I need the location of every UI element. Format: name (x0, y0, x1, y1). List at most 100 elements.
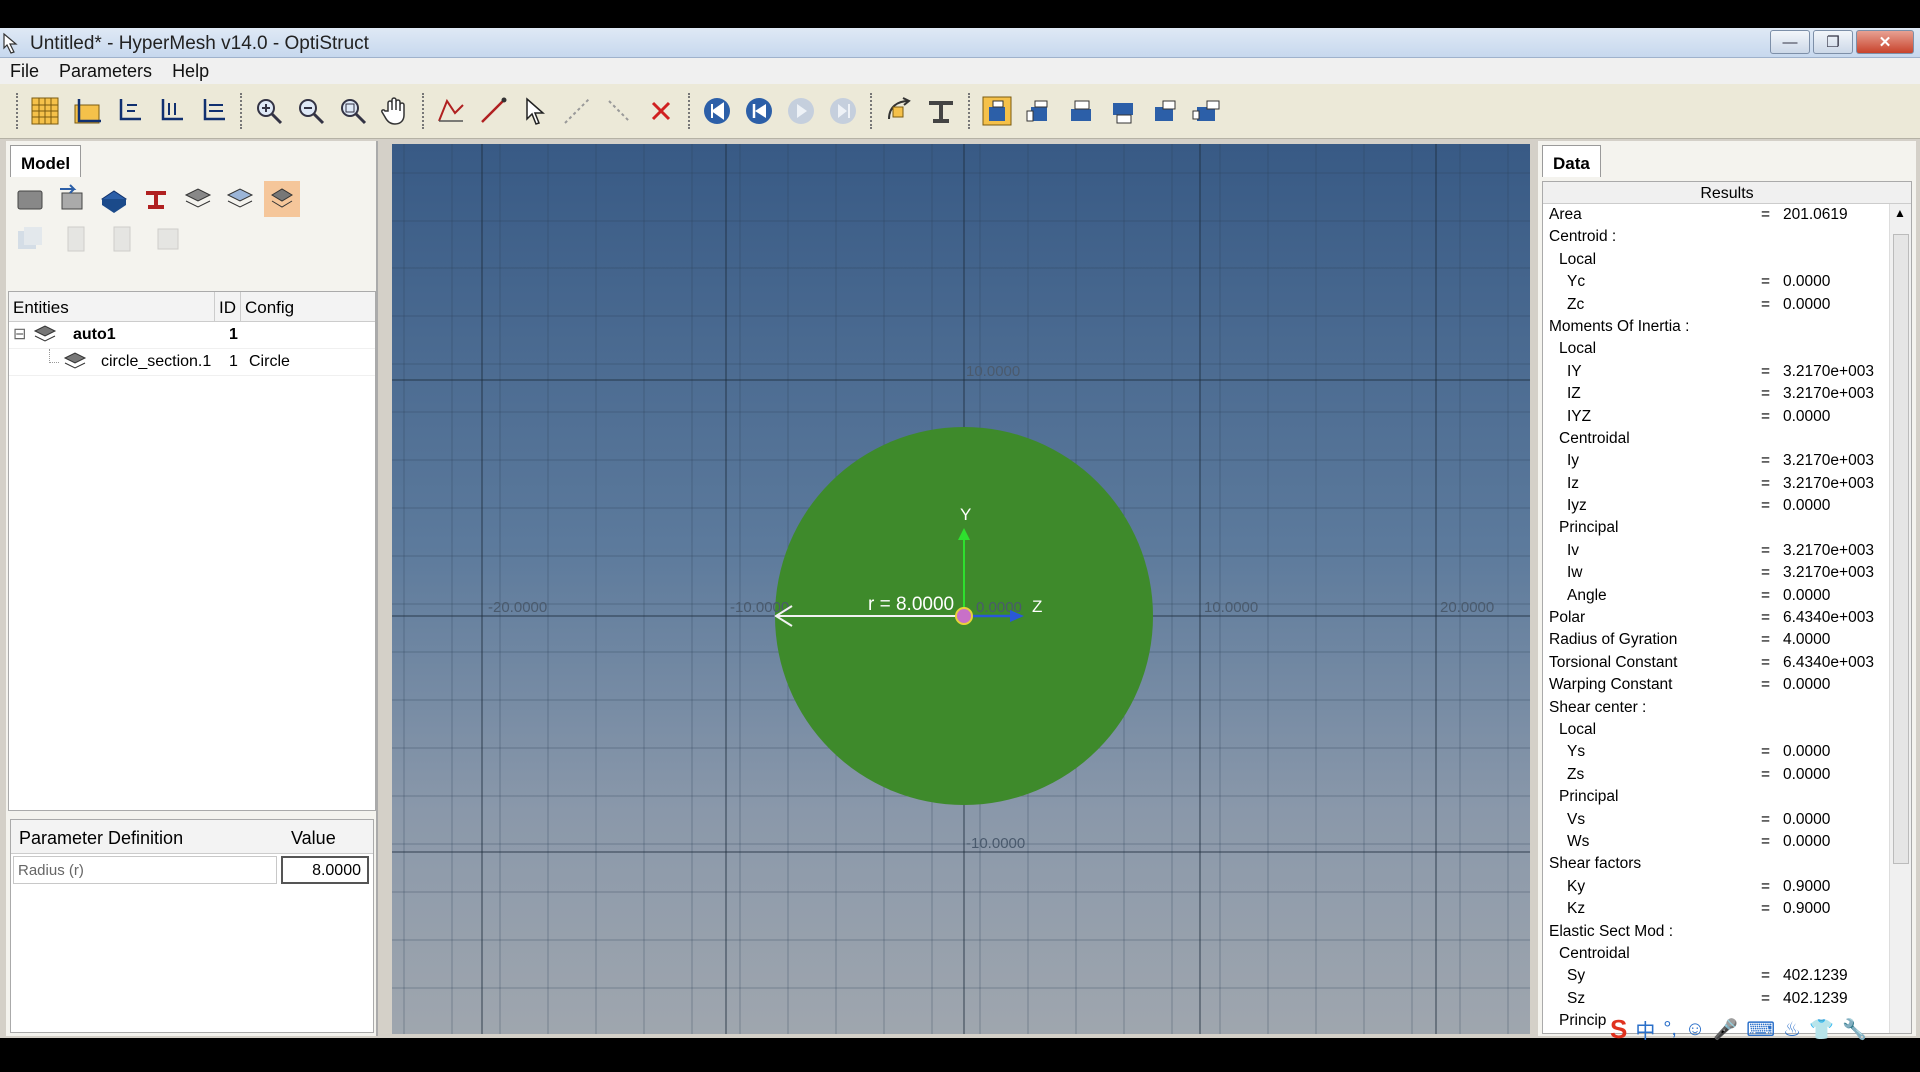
polygon-tool-button[interactable] (432, 92, 470, 130)
view-front-button[interactable] (978, 92, 1016, 130)
centroid-marker[interactable] (955, 607, 973, 625)
result-label: Torsional Constant (1549, 653, 1678, 671)
keyboard-icon[interactable]: ⌨ (1746, 1017, 1775, 1042)
last-button[interactable] (824, 92, 862, 130)
select-tool-button[interactable] (516, 92, 554, 130)
next-button[interactable] (782, 92, 820, 130)
y-axis-label: Y (960, 505, 971, 524)
result-row: Centroidal (1543, 428, 1911, 450)
tree-row-auto1[interactable]: ⊟ auto1 1 (9, 322, 375, 349)
copy-button[interactable] (12, 221, 48, 257)
punctuation-icon[interactable]: °, (1663, 1018, 1677, 1041)
col-entities[interactable]: Entities (9, 292, 215, 321)
entity-header: Entities ID Config (9, 292, 375, 322)
transform-button[interactable] (880, 92, 918, 130)
move-down-button[interactable] (104, 221, 140, 257)
move-tool-button[interactable] (558, 92, 596, 130)
view-left-button[interactable] (1146, 92, 1184, 130)
result-equals: = (1761, 362, 1771, 380)
view-right-button[interactable] (1188, 92, 1226, 130)
scroll-thumb[interactable] (1893, 234, 1909, 864)
import-button[interactable] (54, 181, 90, 217)
close-button[interactable]: ✕ (1856, 30, 1914, 54)
result-label: Iy (1567, 452, 1580, 470)
result-row: IY = 3.2170e+003 (1543, 361, 1911, 383)
view-top-button[interactable] (1062, 92, 1100, 130)
emoji-icon[interactable]: ☺ (1685, 1018, 1705, 1041)
move-up-button[interactable] (58, 221, 94, 257)
scroll-up-icon[interactable]: ▲ (1894, 206, 1906, 220)
result-label: IZ (1567, 385, 1581, 403)
axes-y-button[interactable] (110, 92, 148, 130)
result-value: 201.0619 (1783, 206, 1848, 223)
result-row: Zs = 0.0000 (1543, 764, 1911, 786)
section-shape-button[interactable] (180, 181, 216, 217)
chinese-mode-icon[interactable]: 中 (1635, 1015, 1655, 1044)
shape-button[interactable] (96, 181, 132, 217)
radius-value-field[interactable]: 8.0000 (281, 856, 369, 884)
grid-toggle-button[interactable] (26, 92, 64, 130)
axes-z-button[interactable] (152, 92, 190, 130)
delete-icon (651, 101, 671, 121)
result-label: Centroid : (1549, 228, 1617, 246)
zoom-out-button[interactable] (292, 92, 330, 130)
tab-data[interactable]: Data (1542, 145, 1601, 177)
results-scrollbar[interactable]: ▲ (1889, 204, 1911, 1033)
view-back-button[interactable] (1020, 92, 1058, 130)
delete-button[interactable] (642, 92, 680, 130)
view-bottom-button[interactable] (1104, 92, 1142, 130)
first-button[interactable] (698, 92, 736, 130)
menu-parameters[interactable]: Parameters (49, 58, 162, 84)
minimize-button[interactable]: — (1770, 30, 1810, 54)
result-label: Princip (1559, 1012, 1607, 1030)
menu-help[interactable]: Help (162, 58, 219, 84)
section-tool-button[interactable] (922, 92, 960, 130)
maximize-button[interactable]: ❐ (1813, 30, 1853, 54)
result-value: 0.0000 (1783, 765, 1831, 783)
skin-icon[interactable]: ♨ (1783, 1017, 1801, 1042)
layer-button[interactable] (222, 181, 258, 217)
reorder-button[interactable] (150, 221, 186, 257)
grid-icon (31, 97, 59, 125)
view-cube-icon (1155, 100, 1176, 121)
result-equals: = (1761, 385, 1771, 403)
axes-align-button[interactable] (194, 92, 232, 130)
axes-view-button[interactable] (68, 92, 106, 130)
result-row: Radius of Gyration = 4.0000 (1543, 629, 1911, 651)
parameter-row-radius: Radius (r) 8.0000 (11, 854, 373, 884)
wrench-icon[interactable]: 🔧 (1842, 1017, 1867, 1042)
result-row: Kz = 0.9000 (1543, 898, 1911, 920)
result-equals: = (1761, 676, 1771, 694)
microphone-icon[interactable]: 🎤 (1713, 1017, 1738, 1042)
viewport-canvas[interactable]: -20.0000 -10.0000 0.0000 10.0000 20.0000… (392, 144, 1530, 1034)
result-label: Shear center : (1549, 698, 1647, 716)
tab-model[interactable]: Model (10, 145, 82, 177)
trim-tool-button[interactable] (600, 92, 638, 130)
result-equals: = (1761, 407, 1771, 425)
menu-file[interactable]: File (0, 58, 49, 84)
line-tool-button[interactable] (474, 92, 512, 130)
results-body: Area = 201.0619 Centroid : Local Yc = 0.0000 Zc =… (1543, 204, 1911, 1032)
previous-button[interactable] (740, 92, 778, 130)
col-id[interactable]: ID (215, 292, 241, 321)
main-toolbar (0, 84, 1920, 139)
config-button[interactable] (264, 181, 300, 217)
collapse-icon[interactable]: ⊟ (13, 324, 26, 344)
graphics-viewport[interactable]: -20.0000 -10.0000 0.0000 10.0000 20.0000… (392, 144, 1530, 1034)
result-label: Iv (1567, 541, 1580, 559)
result-row: Centroid : (1543, 226, 1911, 248)
zoom-fit-button[interactable] (334, 92, 372, 130)
shirt-icon[interactable]: 👕 (1809, 1017, 1834, 1042)
section-properties-button[interactable] (138, 181, 174, 217)
result-value: 4.0000 (1783, 631, 1831, 649)
result-row: Centroidal (1543, 943, 1911, 965)
tree-row-circle-section[interactable]: circle_section.1 1 Circle (9, 349, 375, 376)
zoom-in-button[interactable] (250, 92, 288, 130)
sogou-logo[interactable]: S (1610, 1014, 1627, 1045)
polygon-icon (438, 98, 464, 122)
result-value: 3.2170e+003 (1783, 362, 1874, 380)
result-value: 0.0000 (1783, 676, 1831, 694)
new-section-button[interactable] (12, 181, 48, 217)
col-config[interactable]: Config (241, 292, 375, 321)
pan-button[interactable] (376, 92, 414, 130)
